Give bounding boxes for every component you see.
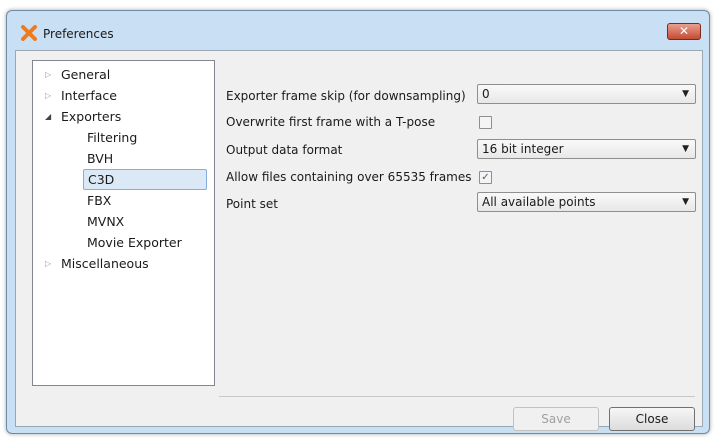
category-tree[interactable]: ▷ General ▷ Interface ◢ Exporters Filter… (32, 60, 215, 386)
point-set-label: Point set (226, 197, 278, 211)
overwrite-tpose-checkbox[interactable] (479, 116, 492, 129)
close-button-label: Close (635, 412, 669, 426)
point-set-value: All available points (482, 195, 596, 209)
tree-item-label: C3D (88, 172, 115, 187)
point-set-select[interactable]: All available points ▼ (477, 192, 696, 212)
close-icon: ✕ (678, 24, 690, 38)
output-format-label: Output data format (226, 143, 343, 157)
dialog-body: ▷ General ▷ Interface ◢ Exporters Filter… (15, 50, 703, 431)
tree-item-label: FBX (87, 193, 112, 208)
title-bar[interactable]: Preferences ✕ (7, 11, 709, 41)
tree-item-label: Movie Exporter (87, 235, 182, 250)
tree-item-label: Miscellaneous (61, 256, 149, 271)
close-window-button[interactable]: ✕ (667, 23, 701, 40)
separator (219, 396, 695, 397)
tree-item-label: Interface (61, 88, 117, 103)
collapse-arrow-icon[interactable]: ◢ (45, 106, 55, 127)
checkmark-icon: ✓ (481, 172, 490, 183)
tree-item-movie-exporter[interactable]: Movie Exporter (87, 232, 182, 253)
expand-arrow-icon[interactable]: ▷ (45, 85, 55, 106)
expand-arrow-icon[interactable]: ▷ (45, 64, 55, 85)
overwrite-tpose-label: Overwrite first frame with a T-pose (226, 115, 436, 129)
output-format-select[interactable]: 16 bit integer ▼ (477, 139, 696, 159)
x-logo-icon (21, 25, 37, 41)
preferences-window: Preferences ✕ ▷ General ▷ Interface ◢ Ex… (6, 10, 710, 434)
allow-large-files-checkbox[interactable]: ✓ (479, 171, 492, 184)
frame-skip-select[interactable]: 0 ▼ (477, 84, 696, 104)
save-button[interactable]: Save (513, 407, 599, 431)
dropdown-arrow-icon: ▼ (682, 144, 689, 154)
tree-item-c3d[interactable]: C3D (83, 169, 207, 190)
close-button[interactable]: Close (609, 407, 695, 431)
output-format-value: 16 bit integer (482, 142, 564, 156)
save-button-label: Save (541, 412, 571, 426)
frame-skip-label: Exporter frame skip (for downsampling) (226, 89, 466, 103)
allow-large-files-label: Allow files containing over 65535 frames (226, 170, 472, 184)
tree-item-label: General (61, 67, 111, 82)
dropdown-arrow-icon: ▼ (682, 197, 689, 207)
tree-item-label: Filtering (87, 130, 138, 145)
tree-item-label: BVH (87, 151, 114, 166)
tree-item-bvh[interactable]: BVH (87, 148, 113, 169)
dropdown-arrow-icon: ▼ (682, 89, 689, 99)
tree-item-label: Exporters (61, 109, 122, 124)
tree-item-fbx[interactable]: FBX (87, 190, 111, 211)
window-title: Preferences (43, 27, 114, 41)
expand-arrow-icon[interactable]: ▷ (45, 253, 55, 274)
tree-item-filtering[interactable]: Filtering (87, 127, 137, 148)
tree-item-mvnx[interactable]: MVNX (87, 211, 124, 232)
frame-skip-value: 0 (482, 87, 490, 101)
tree-item-label: MVNX (87, 214, 125, 229)
